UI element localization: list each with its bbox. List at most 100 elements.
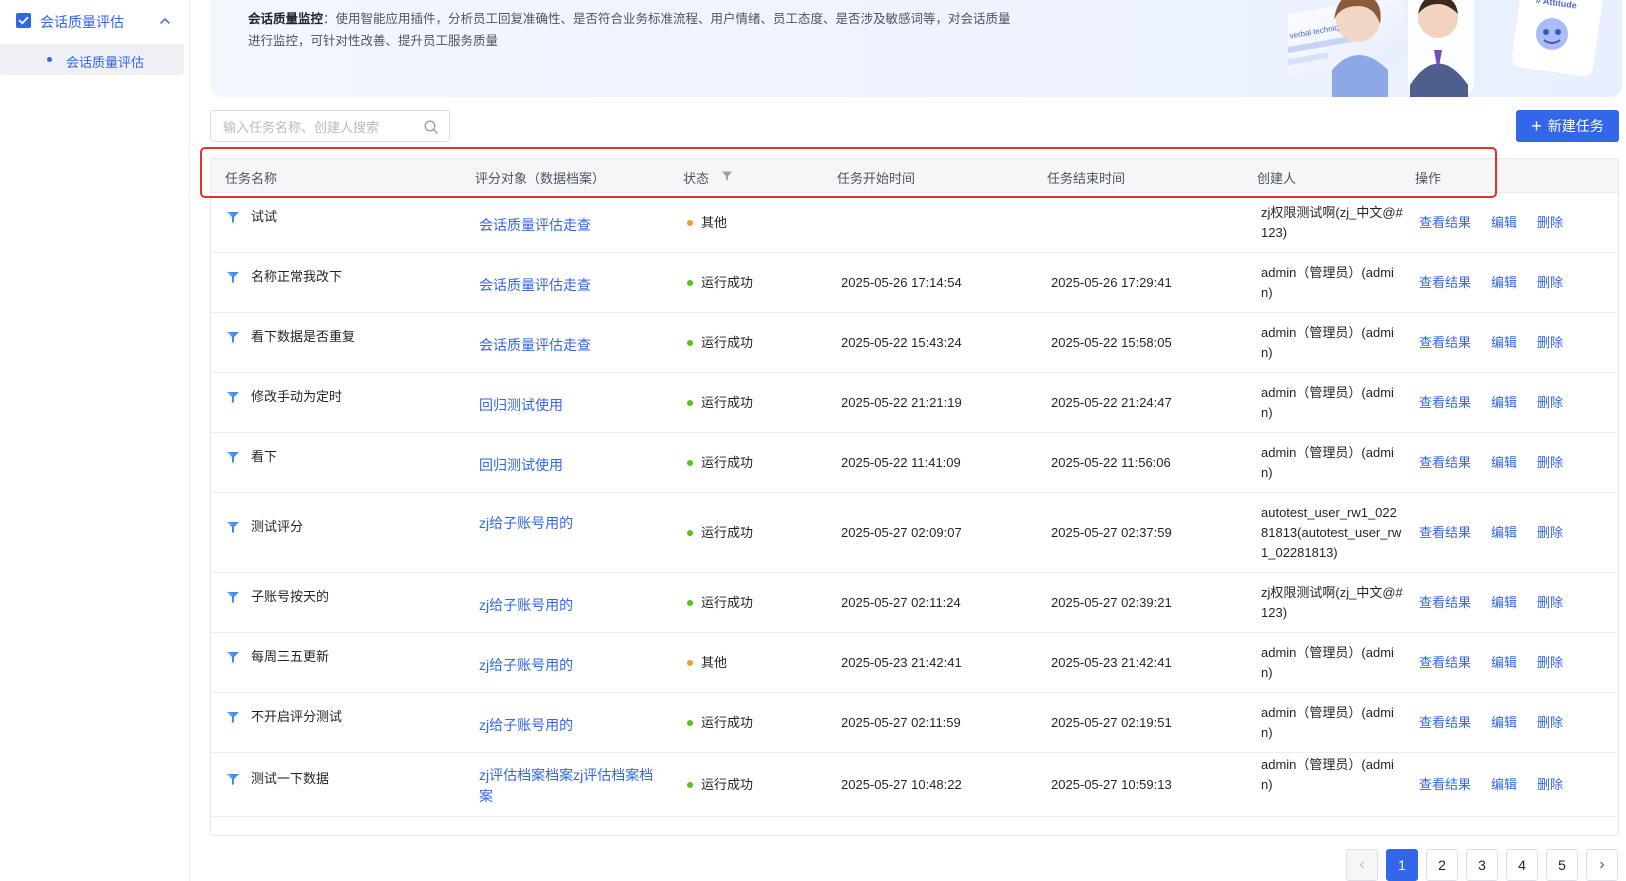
target-link[interactable]: zj给子账号用的 <box>479 655 659 676</box>
new-task-button[interactable]: + 新建任务 <box>1516 110 1619 142</box>
status-text: 运行成功 <box>701 275 754 290</box>
search-input[interactable] <box>223 117 413 137</box>
bullet-dot-icon <box>47 57 52 62</box>
creator: admin（管理员）(admin) <box>1261 385 1394 420</box>
view-result-link[interactable]: 查看结果 <box>1419 775 1471 795</box>
task-name-cell: 试试 <box>225 207 277 227</box>
page-button[interactable]: 2 <box>1426 849 1458 881</box>
status-text: 其他 <box>701 655 728 670</box>
delete-link[interactable]: 删除 <box>1537 273 1563 293</box>
view-result-link[interactable]: 查看结果 <box>1419 453 1471 473</box>
page-button[interactable]: 1 <box>1386 849 1418 881</box>
status-cell: 运行成功 <box>687 775 753 795</box>
view-result-link[interactable]: 查看结果 <box>1419 393 1471 413</box>
prev-page-button[interactable] <box>1346 849 1378 881</box>
edit-link[interactable]: 编辑 <box>1491 713 1517 733</box>
edit-link[interactable]: 编辑 <box>1491 213 1517 233</box>
status-dot-icon <box>687 600 693 606</box>
table-row: 子账号按天的 zj给子账号用的 运行成功 2025-05-27 02:11:24… <box>211 573 1618 633</box>
edit-link[interactable]: 编辑 <box>1491 453 1517 473</box>
target-link[interactable]: 回归测试使用 <box>479 395 659 416</box>
task-name: 看下 <box>251 449 278 464</box>
start-time: 2025-05-22 21:21:19 <box>841 395 962 410</box>
task-name: 测试评分 <box>251 519 304 534</box>
delete-link[interactable]: 删除 <box>1537 653 1563 673</box>
delete-link[interactable]: 删除 <box>1537 333 1563 353</box>
start-time: 2025-05-27 10:48:22 <box>841 777 962 792</box>
creator: admin（管理员）(admin) <box>1261 445 1394 480</box>
target-link[interactable]: 回归测试使用 <box>479 455 659 476</box>
status-cell: 运行成功 <box>687 523 753 543</box>
pagination: 12345 <box>1346 849 1618 881</box>
delete-link[interactable]: 删除 <box>1537 523 1563 543</box>
filter-icon[interactable] <box>721 170 733 182</box>
delete-link[interactable]: 删除 <box>1537 593 1563 613</box>
status-dot-icon <box>687 340 693 346</box>
task-name: 每周三五更新 <box>251 649 330 664</box>
target-link[interactable]: zj给子账号用的 <box>479 595 659 616</box>
delete-link[interactable]: 删除 <box>1537 453 1563 473</box>
table-row: 不开启评分测试 zj给子账号用的 运行成功 2025-05-27 02:11:5… <box>211 693 1618 753</box>
edit-link[interactable]: 编辑 <box>1491 333 1517 353</box>
sidebar-item-label: 会话质量评估 <box>66 55 145 70</box>
target-link[interactable]: 会话质量评估走查 <box>479 215 659 236</box>
status-cell: 其他 <box>687 653 727 673</box>
task-name: 名称正常我改下 <box>251 269 343 284</box>
creator: admin（管理员）(admin) <box>1261 705 1394 740</box>
table-header-row: 任务名称 评分对象（数据档案） 状态 任务开始时间 任务结束时间 创建人 操作 <box>211 159 1618 193</box>
edit-link[interactable]: 编辑 <box>1491 393 1517 413</box>
end-time: 2025-05-27 02:19:51 <box>1051 715 1172 730</box>
target-link[interactable]: zj给子账号用的 <box>479 715 659 736</box>
edit-link[interactable]: 编辑 <box>1491 653 1517 673</box>
view-result-link[interactable]: 查看结果 <box>1419 273 1471 293</box>
sidebar-group-header[interactable]: 会话质量评估 <box>0 4 190 38</box>
view-result-link[interactable]: 查看结果 <box>1419 213 1471 233</box>
header-task-name: 任务名称 <box>225 171 278 186</box>
page-button[interactable]: 3 <box>1466 849 1498 881</box>
task-icon <box>226 651 239 663</box>
view-result-link[interactable]: 查看结果 <box>1419 713 1471 733</box>
table-row: 测试评分 zj给子账号用的 运行成功 2025-05-27 02:09:07 2… <box>211 493 1618 573</box>
target-link[interactable]: 会话质量评估走查 <box>479 335 659 356</box>
view-result-link[interactable]: 查看结果 <box>1419 333 1471 353</box>
edit-link[interactable]: 编辑 <box>1491 593 1517 613</box>
edit-link[interactable]: 编辑 <box>1491 775 1517 795</box>
target-link[interactable]: zj给子账号用的 <box>479 513 659 534</box>
page-button[interactable]: 4 <box>1506 849 1538 881</box>
status-dot-icon <box>687 720 693 726</box>
end-time: 2025-05-22 15:58:05 <box>1051 335 1172 350</box>
delete-link[interactable]: 删除 <box>1537 713 1563 733</box>
delete-link[interactable]: 删除 <box>1537 775 1563 795</box>
status-cell: 其他 <box>687 213 727 233</box>
start-time: 2025-05-23 21:42:41 <box>841 655 962 670</box>
search-box[interactable] <box>210 110 450 142</box>
status-cell: 运行成功 <box>687 273 753 293</box>
operations-cell: 查看结果 编辑 删除 <box>1419 713 1563 733</box>
sidebar-item-session-quality[interactable]: 会话质量评估 <box>0 44 184 75</box>
delete-link[interactable]: 删除 <box>1537 213 1563 233</box>
target-link[interactable]: zj评估档案档案zj评估档案档案 <box>479 765 659 807</box>
operations-cell: 查看结果 编辑 删除 <box>1419 393 1563 413</box>
status-text: 运行成功 <box>701 777 754 792</box>
status-dot-icon <box>687 460 693 466</box>
page-button[interactable]: 5 <box>1546 849 1578 881</box>
task-name-cell: 名称正常我改下 <box>225 267 342 287</box>
view-result-link[interactable]: 查看结果 <box>1419 593 1471 613</box>
search-icon[interactable] <box>423 119 439 135</box>
view-result-link[interactable]: 查看结果 <box>1419 653 1471 673</box>
view-result-link[interactable]: 查看结果 <box>1419 523 1471 543</box>
task-icon <box>226 711 239 723</box>
edit-link[interactable]: 编辑 <box>1491 523 1517 543</box>
start-time: 2025-05-26 17:14:54 <box>841 275 962 290</box>
delete-link[interactable]: 删除 <box>1537 393 1563 413</box>
chevron-up-icon[interactable] <box>158 14 172 28</box>
status-dot-icon <box>687 280 693 286</box>
banner-body: ：使用智能应用插件，分析员工回复准确性、是否符合业务标准流程、用户情绪、员工态度… <box>248 12 1011 48</box>
edit-link[interactable]: 编辑 <box>1491 273 1517 293</box>
new-task-label: 新建任务 <box>1547 118 1604 134</box>
target-link[interactable]: 会话质量评估走查 <box>479 275 659 296</box>
operations-cell: 查看结果 编辑 删除 <box>1419 523 1563 543</box>
table-row: 试试 会话质量评估走查 其他 zj权限测试啊(zj_中文@#123) 查看结果 … <box>211 193 1618 253</box>
plus-icon: + <box>1531 116 1542 136</box>
next-page-button[interactable] <box>1586 849 1618 881</box>
